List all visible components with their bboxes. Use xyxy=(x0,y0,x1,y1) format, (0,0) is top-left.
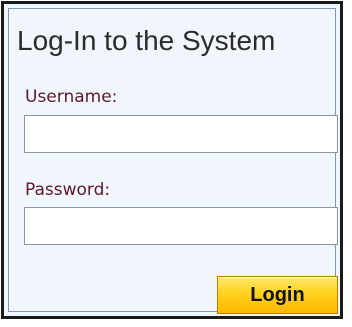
login-panel: Log-In to the System Username: Password:… xyxy=(1,1,343,319)
login-button[interactable]: Login xyxy=(217,276,338,314)
username-label: Username: xyxy=(25,87,118,107)
password-input[interactable] xyxy=(24,207,338,245)
username-input[interactable] xyxy=(24,115,338,153)
login-title: Log-In to the System xyxy=(17,25,276,56)
password-label: Password: xyxy=(25,180,111,200)
